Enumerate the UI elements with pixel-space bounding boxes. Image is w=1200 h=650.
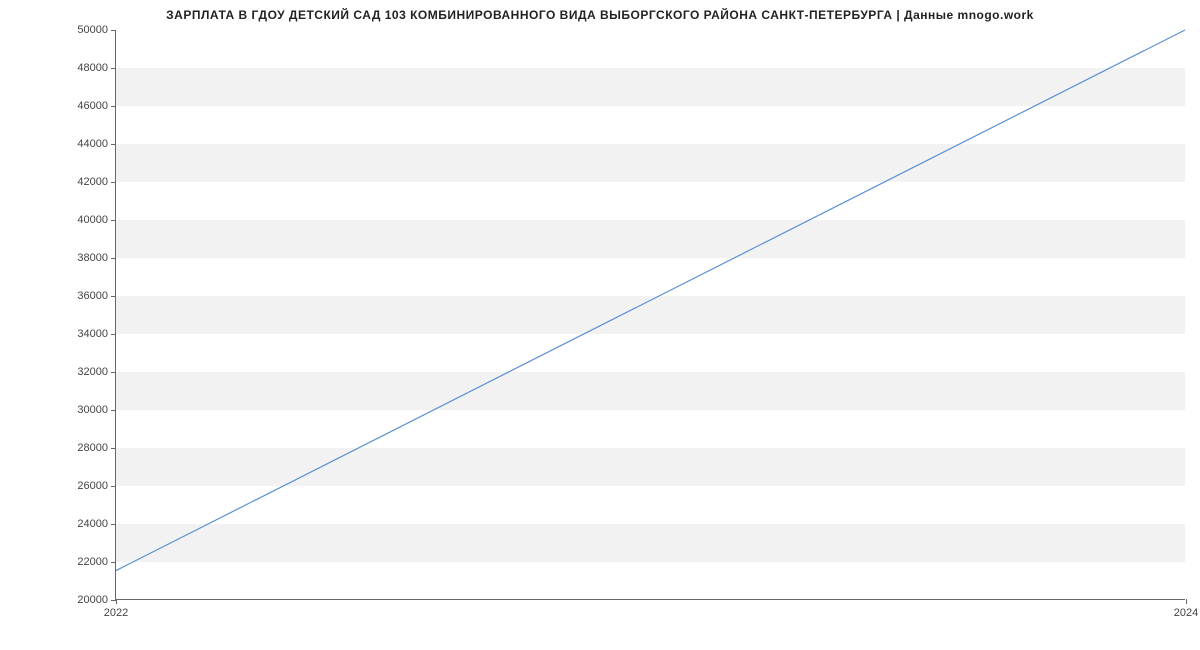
x-tick-label: 2024 <box>1174 607 1198 619</box>
y-tick-label: 32000 <box>77 366 108 378</box>
plot-area: 2000022000240002600028000300003200034000… <box>115 30 1185 600</box>
y-tick-label: 24000 <box>77 518 108 530</box>
y-tick-label: 34000 <box>77 328 108 340</box>
y-tick-label: 22000 <box>77 556 108 568</box>
x-tick-mark <box>116 599 117 604</box>
x-tick-mark <box>1186 599 1187 604</box>
y-tick-label: 44000 <box>77 138 108 150</box>
y-tick-label: 28000 <box>77 442 108 454</box>
y-tick-label: 36000 <box>77 290 108 302</box>
y-tick-label: 48000 <box>77 62 108 74</box>
chart-title: ЗАРПЛАТА В ГДОУ ДЕТСКИЙ САД 103 КОМБИНИР… <box>0 0 1200 22</box>
y-tick-label: 26000 <box>77 480 108 492</box>
y-tick-label: 20000 <box>77 594 108 606</box>
y-tick-label: 38000 <box>77 252 108 264</box>
y-tick-label: 30000 <box>77 404 108 416</box>
x-tick-label: 2022 <box>104 607 128 619</box>
y-tick-label: 42000 <box>77 176 108 188</box>
y-tick-label: 50000 <box>77 24 108 36</box>
y-tick-label: 46000 <box>77 100 108 112</box>
line-series <box>116 30 1185 599</box>
y-tick-label: 40000 <box>77 214 108 226</box>
